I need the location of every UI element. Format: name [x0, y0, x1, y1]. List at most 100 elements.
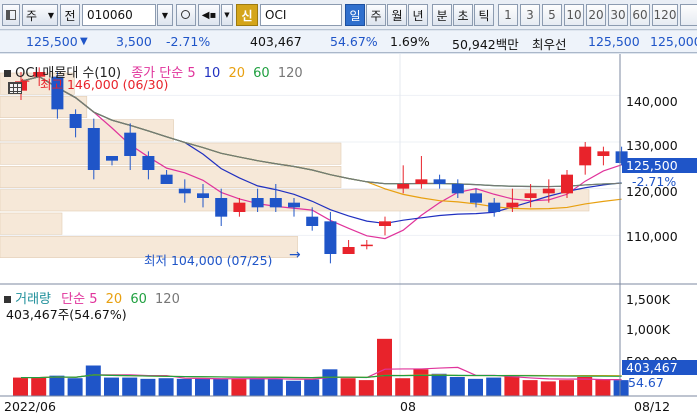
quote-price: 125,500 [26, 34, 78, 49]
candle-body [524, 193, 537, 198]
candle-body [506, 202, 519, 208]
candle-body [124, 132, 137, 156]
candle-body [342, 247, 355, 254]
num-button-more[interactable] [680, 4, 697, 26]
volume-bar [85, 365, 101, 396]
candle-body [324, 221, 337, 254]
candle-body [215, 198, 228, 217]
code-dropdown-icon[interactable]: ▼ [157, 4, 173, 26]
candle-body [142, 156, 155, 170]
candle-body [360, 244, 373, 247]
speaker-dropdown-icon[interactable]: ▼ [221, 4, 233, 26]
volume-bar [158, 378, 174, 396]
volume-bar [358, 380, 374, 396]
volume-bar [431, 373, 447, 396]
candlestick-chart[interactable] [0, 54, 697, 417]
volume-bar [304, 379, 320, 396]
num-button-3[interactable]: 3 [520, 4, 540, 26]
candle-body [451, 184, 464, 194]
candle-body [233, 202, 246, 212]
ma-period-5: 5 [187, 66, 196, 81]
volume-bar [540, 381, 556, 396]
candle-body [306, 216, 319, 226]
num-button-120[interactable]: 120 [652, 4, 678, 26]
candle-body [433, 179, 446, 184]
volume-bar [413, 369, 429, 396]
volume-bar [468, 378, 483, 396]
low-annotation: 최저 104,000 (07/25) [144, 253, 273, 268]
layout-icon[interactable] [2, 4, 20, 26]
candle-body [251, 198, 264, 208]
num-button-30[interactable]: 30 [608, 4, 628, 26]
price-axis-label: 110,000 [626, 229, 678, 244]
volume-bar [577, 376, 593, 396]
stock-name-field: OCI [260, 4, 342, 26]
volume-bar [559, 380, 574, 396]
toolbar: 주 ▼ 전 010060 ▼ ◀▪ ▼ 신 OCI 일 주 월 년 분 초 틱 1… [0, 0, 697, 30]
high-annotation: 최고 146,000 (06/30) [40, 77, 169, 92]
current-change-tag: -2.71% [632, 174, 677, 189]
quote-amount: 50,942백만 [452, 37, 519, 52]
current-volume-pct: 54.67 [628, 375, 664, 390]
search-icon[interactable] [176, 4, 196, 26]
num-button-60[interactable]: 60 [630, 4, 650, 26]
candle-body [488, 202, 501, 212]
sin-badge: 신 [236, 4, 258, 26]
volume-bar [267, 378, 283, 396]
volume-axis-label: 1,500K [626, 292, 670, 307]
tab-period-tick[interactable]: 틱 [474, 4, 494, 26]
jeon-label[interactable]: 전 [60, 4, 80, 26]
tab-period-minute[interactable]: 분 [432, 4, 452, 26]
candle-body [288, 202, 300, 208]
candle-body [178, 188, 191, 194]
volume-axis-label: 1,000K [626, 322, 670, 337]
volume-bar [67, 378, 83, 396]
volume-bar [13, 377, 28, 396]
candle-body [542, 188, 555, 194]
tab-period-second[interactable]: 초 [453, 4, 473, 26]
stock-code-input[interactable]: 010060 [82, 4, 156, 26]
quote-change: 3,500 [116, 34, 152, 49]
candle-body [69, 114, 82, 128]
volume-bar [395, 378, 411, 396]
volume-bar [122, 377, 138, 396]
volume-bar [213, 378, 229, 396]
tab-period-week[interactable]: 주 [366, 4, 386, 26]
volume-bar [613, 380, 629, 396]
num-button-1[interactable]: 1 [498, 4, 518, 26]
current-price-tag: 125,500 [622, 158, 697, 173]
candle-body [87, 128, 100, 170]
volume-bar [231, 378, 247, 396]
table-icon[interactable] [8, 82, 22, 94]
volume-bar [522, 380, 538, 396]
candle-body [197, 193, 209, 198]
tab-period-day[interactable]: 일 [345, 4, 365, 26]
num-button-20[interactable]: 20 [586, 4, 606, 26]
period-dropdown[interactable]: 주 ▼ [22, 4, 58, 26]
volume-ma-line-60 [21, 374, 622, 379]
volume-bar [504, 376, 520, 396]
tab-period-month[interactable]: 월 [387, 4, 407, 26]
grid-square-icon [4, 70, 11, 77]
volume-bar [249, 378, 265, 396]
volume-bar [322, 369, 338, 396]
chevron-down-icon: ▼ [47, 10, 54, 20]
x-axis-label: 2022/06 [4, 399, 56, 414]
tab-period-year[interactable]: 년 [408, 4, 428, 26]
quote-ask: 125,000 [650, 34, 697, 49]
low-arrow-icon: → [289, 247, 301, 263]
x-axis-label: 08 [400, 399, 416, 414]
num-button-5[interactable]: 5 [542, 4, 562, 26]
x-axis-label: 08/12 [634, 399, 671, 414]
volume-ma-period-60: 60 [130, 292, 147, 307]
chart-area[interactable]: OCI 매물대 수(10) 종가 단순 5 10 20 60 120 최고 14… [0, 54, 697, 417]
volume-profile-band [0, 142, 342, 165]
quote-rate2: 1.69% [390, 34, 430, 49]
speaker-icon[interactable]: ◀▪ [198, 4, 220, 26]
down-triangle-icon: ▼ [80, 36, 88, 47]
num-button-10[interactable]: 10 [564, 4, 584, 26]
quote-change-pct: -2.71% [166, 34, 211, 49]
candle-body [160, 174, 173, 184]
period-dropdown-value: 주 [26, 8, 38, 23]
volume-bar [140, 378, 156, 396]
